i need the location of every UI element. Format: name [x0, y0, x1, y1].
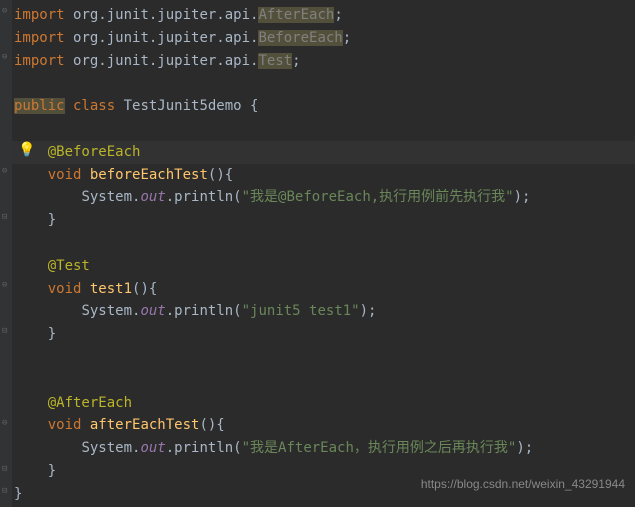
fold-icon[interactable]: ⊖ — [2, 6, 7, 16]
code-line: import org.junit.jupiter.api.AfterEach; — [12, 4, 635, 27]
code-line-active: @BeforeEach — [12, 141, 635, 164]
code-line: @Test — [12, 255, 635, 278]
fold-icon[interactable]: ⊖ — [2, 418, 7, 428]
code-content[interactable]: import org.junit.jupiter.api.AfterEach; … — [12, 0, 635, 507]
code-line: } — [12, 209, 635, 232]
code-line: System.out.println("我是@BeforeEach,执行用例前先… — [12, 186, 635, 209]
fold-icon[interactable]: ⊖ — [2, 52, 7, 62]
code-line: import org.junit.jupiter.api.Test; — [12, 50, 635, 73]
code-line: import org.junit.jupiter.api.BeforeEach; — [12, 27, 635, 50]
code-line: System.out.println("junit5 test1"); — [12, 300, 635, 323]
code-line: void test1(){ — [12, 278, 635, 301]
watermark-text: https://blog.csdn.net/weixin_43291944 — [421, 477, 625, 491]
fold-icon[interactable]: ⊟ — [2, 486, 7, 496]
code-line: } — [12, 323, 635, 346]
code-line: System.out.println("我是AfterEach，执行用例之后再执… — [12, 437, 635, 460]
fold-icon[interactable]: ⊖ — [2, 166, 7, 176]
code-line — [12, 346, 635, 369]
code-line — [12, 369, 635, 392]
code-line: public class TestJunit5demo { — [12, 95, 635, 118]
code-line — [12, 118, 635, 141]
fold-icon[interactable]: ⊟ — [2, 464, 7, 474]
code-line — [12, 232, 635, 255]
code-line: void afterEachTest(){ — [12, 414, 635, 437]
code-editor[interactable]: ⊖ ⊖ ⊖ ⊟ ⊖ ⊟ ⊖ ⊟ ⊟ import org.junit.jupit… — [0, 0, 635, 507]
fold-icon[interactable]: ⊟ — [2, 326, 7, 336]
code-line: @AfterEach — [12, 392, 635, 415]
fold-icon[interactable]: ⊖ — [2, 280, 7, 290]
fold-icon[interactable]: ⊟ — [2, 212, 7, 222]
intention-bulb-icon[interactable]: 💡 — [18, 142, 35, 158]
code-line — [12, 72, 635, 95]
editor-gutter: ⊖ ⊖ ⊖ ⊟ ⊖ ⊟ ⊖ ⊟ ⊟ — [0, 0, 12, 507]
code-line: void beforeEachTest(){ — [12, 164, 635, 187]
